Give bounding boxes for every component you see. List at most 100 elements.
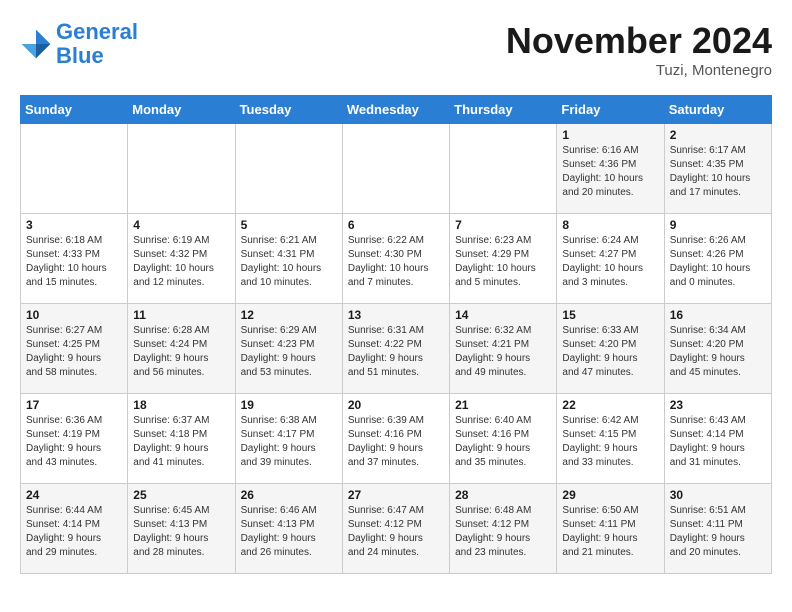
day-cell <box>235 124 342 214</box>
day-info: Sunrise: 6:50 AM Sunset: 4:11 PM Dayligh… <box>562 504 658 560</box>
day-info: Sunrise: 6:46 AM Sunset: 4:13 PM Dayligh… <box>241 504 337 560</box>
day-cell: 22 Sunrise: 6:42 AM Sunset: 4:15 PM Dayli… <box>557 394 664 484</box>
day-number: 4 <box>133 218 229 232</box>
day-number: 8 <box>562 218 658 232</box>
day-number: 9 <box>670 218 766 232</box>
day-cell: 24 Sunrise: 6:44 AM Sunset: 4:14 PM Dayli… <box>21 484 128 574</box>
day-cell: 6Sunrise: 6:22 AM Sunset: 4:30 PM Daylig… <box>342 214 449 304</box>
logo: General Blue <box>20 20 138 68</box>
day-cell <box>21 124 128 214</box>
title-area: November 2024 Tuzi, Montenegro <box>506 20 772 79</box>
day-info: Sunrise: 6:17 AM Sunset: 4:35 PM Dayligh… <box>670 144 766 200</box>
day-cell: 30 Sunrise: 6:51 AM Sunset: 4:11 PM Dayli… <box>664 484 771 574</box>
header-sunday: Sunday <box>21 96 128 124</box>
day-info: Sunrise: 6:37 AM Sunset: 4:18 PM Dayligh… <box>133 414 229 470</box>
day-number: 30 <box>670 488 766 502</box>
header-row: Sunday Monday Tuesday Wednesday Thursday… <box>21 96 772 124</box>
day-number: 5 <box>241 218 337 232</box>
day-info: Sunrise: 6:34 AM Sunset: 4:20 PM Dayligh… <box>670 324 766 380</box>
day-number: 20 <box>348 398 444 412</box>
day-info: Sunrise: 6:38 AM Sunset: 4:17 PM Dayligh… <box>241 414 337 470</box>
day-number: 10 <box>26 308 122 322</box>
day-number: 24 <box>26 488 122 502</box>
header-friday: Friday <box>557 96 664 124</box>
day-info: Sunrise: 6:29 AM Sunset: 4:23 PM Dayligh… <box>241 324 337 380</box>
week-row-2: 3Sunrise: 6:18 AM Sunset: 4:33 PM Daylig… <box>21 214 772 304</box>
day-cell: 19 Sunrise: 6:38 AM Sunset: 4:17 PM Dayli… <box>235 394 342 484</box>
day-cell: 20 Sunrise: 6:39 AM Sunset: 4:16 PM Dayli… <box>342 394 449 484</box>
day-cell: 25 Sunrise: 6:45 AM Sunset: 4:13 PM Dayli… <box>128 484 235 574</box>
day-info: Sunrise: 6:23 AM Sunset: 4:29 PM Dayligh… <box>455 234 551 290</box>
day-cell: 4 Sunrise: 6:19 AM Sunset: 4:32 PM Daylig… <box>128 214 235 304</box>
day-cell: 26 Sunrise: 6:46 AM Sunset: 4:13 PM Dayli… <box>235 484 342 574</box>
day-cell: 9 Sunrise: 6:26 AM Sunset: 4:26 PM Daylig… <box>664 214 771 304</box>
day-info: Sunrise: 6:51 AM Sunset: 4:11 PM Dayligh… <box>670 504 766 560</box>
day-number: 27 <box>348 488 444 502</box>
day-info: Sunrise: 6:47 AM Sunset: 4:12 PM Dayligh… <box>348 504 444 560</box>
calendar-body: 1 Sunrise: 6:16 AM Sunset: 4:36 PM Daylig… <box>21 124 772 574</box>
week-row-1: 1 Sunrise: 6:16 AM Sunset: 4:36 PM Daylig… <box>21 124 772 214</box>
day-cell: 17 Sunrise: 6:36 AM Sunset: 4:19 PM Dayli… <box>21 394 128 484</box>
day-info: Sunrise: 6:36 AM Sunset: 4:19 PM Dayligh… <box>26 414 122 470</box>
day-number: 25 <box>133 488 229 502</box>
calendar-table: Sunday Monday Tuesday Wednesday Thursday… <box>20 95 772 574</box>
day-info: Sunrise: 6:28 AM Sunset: 4:24 PM Dayligh… <box>133 324 229 380</box>
day-info: Sunrise: 6:32 AM Sunset: 4:21 PM Dayligh… <box>455 324 551 380</box>
week-row-3: 10 Sunrise: 6:27 AM Sunset: 4:25 PM Dayli… <box>21 304 772 394</box>
day-number: 19 <box>241 398 337 412</box>
day-number: 1 <box>562 128 658 142</box>
day-info: Sunrise: 6:16 AM Sunset: 4:36 PM Dayligh… <box>562 144 658 200</box>
day-number: 29 <box>562 488 658 502</box>
header-wednesday: Wednesday <box>342 96 449 124</box>
day-info: Sunrise: 6:44 AM Sunset: 4:14 PM Dayligh… <box>26 504 122 560</box>
day-info: Sunrise: 6:26 AM Sunset: 4:26 PM Dayligh… <box>670 234 766 290</box>
day-number: 15 <box>562 308 658 322</box>
day-number: 26 <box>241 488 337 502</box>
header-monday: Monday <box>128 96 235 124</box>
day-cell: 21 Sunrise: 6:40 AM Sunset: 4:16 PM Dayli… <box>450 394 557 484</box>
day-cell: 14 Sunrise: 6:32 AM Sunset: 4:21 PM Dayli… <box>450 304 557 394</box>
day-cell: 27 Sunrise: 6:47 AM Sunset: 4:12 PM Dayli… <box>342 484 449 574</box>
day-number: 21 <box>455 398 551 412</box>
day-cell: 7Sunrise: 6:23 AM Sunset: 4:29 PM Daylig… <box>450 214 557 304</box>
day-info: Sunrise: 6:19 AM Sunset: 4:32 PM Dayligh… <box>133 234 229 290</box>
day-info: Sunrise: 6:45 AM Sunset: 4:13 PM Dayligh… <box>133 504 229 560</box>
day-number: 6 <box>348 218 444 232</box>
day-cell: 29 Sunrise: 6:50 AM Sunset: 4:11 PM Dayli… <box>557 484 664 574</box>
day-info: Sunrise: 6:27 AM Sunset: 4:25 PM Dayligh… <box>26 324 122 380</box>
day-cell: 3Sunrise: 6:18 AM Sunset: 4:33 PM Daylig… <box>21 214 128 304</box>
logo-text: General Blue <box>56 20 138 68</box>
day-info: Sunrise: 6:33 AM Sunset: 4:20 PM Dayligh… <box>562 324 658 380</box>
header-tuesday: Tuesday <box>235 96 342 124</box>
day-number: 14 <box>455 308 551 322</box>
day-info: Sunrise: 6:48 AM Sunset: 4:12 PM Dayligh… <box>455 504 551 560</box>
day-number: 28 <box>455 488 551 502</box>
day-cell: 18Sunrise: 6:37 AM Sunset: 4:18 PM Dayli… <box>128 394 235 484</box>
day-number: 23 <box>670 398 766 412</box>
day-cell: 28 Sunrise: 6:48 AM Sunset: 4:12 PM Dayli… <box>450 484 557 574</box>
day-cell <box>128 124 235 214</box>
day-cell: 12Sunrise: 6:29 AM Sunset: 4:23 PM Dayli… <box>235 304 342 394</box>
day-info: Sunrise: 6:24 AM Sunset: 4:27 PM Dayligh… <box>562 234 658 290</box>
day-number: 16 <box>670 308 766 322</box>
week-row-5: 24 Sunrise: 6:44 AM Sunset: 4:14 PM Dayli… <box>21 484 772 574</box>
day-cell: 13Sunrise: 6:31 AM Sunset: 4:22 PM Dayli… <box>342 304 449 394</box>
day-number: 17 <box>26 398 122 412</box>
day-info: Sunrise: 6:39 AM Sunset: 4:16 PM Dayligh… <box>348 414 444 470</box>
day-cell <box>450 124 557 214</box>
day-info: Sunrise: 6:40 AM Sunset: 4:16 PM Dayligh… <box>455 414 551 470</box>
day-number: 11 <box>133 308 229 322</box>
day-cell: 1 Sunrise: 6:16 AM Sunset: 4:36 PM Daylig… <box>557 124 664 214</box>
day-number: 22 <box>562 398 658 412</box>
header-saturday: Saturday <box>664 96 771 124</box>
logo-line2: Blue <box>56 43 104 68</box>
day-number: 3 <box>26 218 122 232</box>
day-cell: 15 Sunrise: 6:33 AM Sunset: 4:20 PM Dayli… <box>557 304 664 394</box>
day-cell: 16 Sunrise: 6:34 AM Sunset: 4:20 PM Dayli… <box>664 304 771 394</box>
month-title: November 2024 <box>506 20 772 62</box>
day-number: 13 <box>348 308 444 322</box>
header-thursday: Thursday <box>450 96 557 124</box>
day-cell: 11 Sunrise: 6:28 AM Sunset: 4:24 PM Dayli… <box>128 304 235 394</box>
day-cell <box>342 124 449 214</box>
day-info: Sunrise: 6:42 AM Sunset: 4:15 PM Dayligh… <box>562 414 658 470</box>
